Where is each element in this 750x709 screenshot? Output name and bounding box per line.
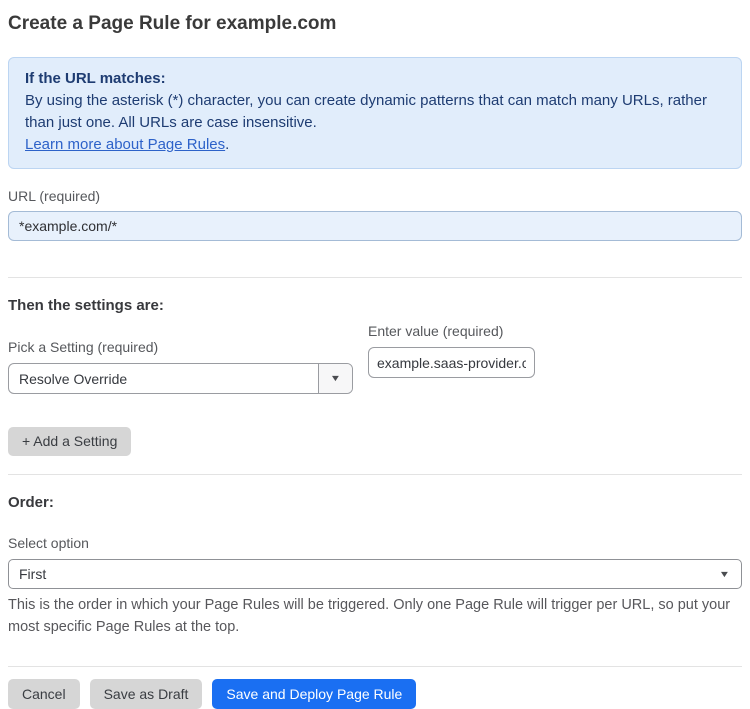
setting-value-column: Enter value (required) [368, 322, 535, 378]
setting-value-label: Enter value (required) [368, 323, 504, 339]
learn-more-link[interactable]: Learn more about Page Rules [25, 136, 225, 153]
order-select-caret: ▼ [718, 568, 741, 579]
divider-after-settings [8, 474, 742, 475]
settings-section-heading: Then the settings are: [8, 297, 164, 314]
url-matches-info-box: If the URL matches: By using the asteris… [8, 57, 742, 169]
setting-dropdown-value: Resolve Override [19, 370, 128, 387]
url-field-label: URL (required) [8, 188, 101, 204]
add-setting-button[interactable]: + Add a Setting [8, 427, 132, 456]
info-box-body: By using the asterisk (*) character, you… [25, 92, 707, 131]
setting-picker-column: Pick a Setting (required) Resolve Overri… [8, 315, 353, 394]
order-select[interactable]: First ▼ [8, 559, 742, 589]
order-help-text: This is the order in which your Page Rul… [8, 597, 731, 635]
info-box-link-line: Learn more about Page Rules. [25, 134, 725, 156]
chevron-down-icon: ▼ [718, 568, 731, 579]
save-deploy-button[interactable]: Save and Deploy Page Rule [212, 679, 417, 709]
cancel-button[interactable]: Cancel [8, 679, 80, 709]
divider-after-url [8, 277, 742, 278]
settings-row: Pick a Setting (required) Resolve Overri… [8, 315, 742, 394]
url-input[interactable] [8, 211, 742, 241]
link-period: . [225, 136, 230, 153]
actions-row: Cancel Save as Draft Save and Deploy Pag… [8, 679, 742, 709]
order-select-value: First [19, 566, 47, 582]
info-box-heading: If the URL matches: [25, 70, 166, 87]
divider-before-actions [8, 666, 742, 667]
setting-value-input[interactable] [368, 347, 535, 378]
order-section-heading: Order: [8, 494, 54, 511]
setting-dropdown[interactable]: Resolve Override ▼ [8, 363, 353, 394]
save-draft-button[interactable]: Save as Draft [89, 679, 203, 709]
chevron-down-icon: ▼ [329, 373, 342, 383]
order-select-label: Select option [8, 535, 89, 551]
page-title: Create a Page Rule for example.com [8, 13, 337, 34]
setting-dropdown-caret-button[interactable]: ▼ [318, 364, 352, 393]
setting-picker-label: Pick a Setting (required) [8, 339, 159, 355]
